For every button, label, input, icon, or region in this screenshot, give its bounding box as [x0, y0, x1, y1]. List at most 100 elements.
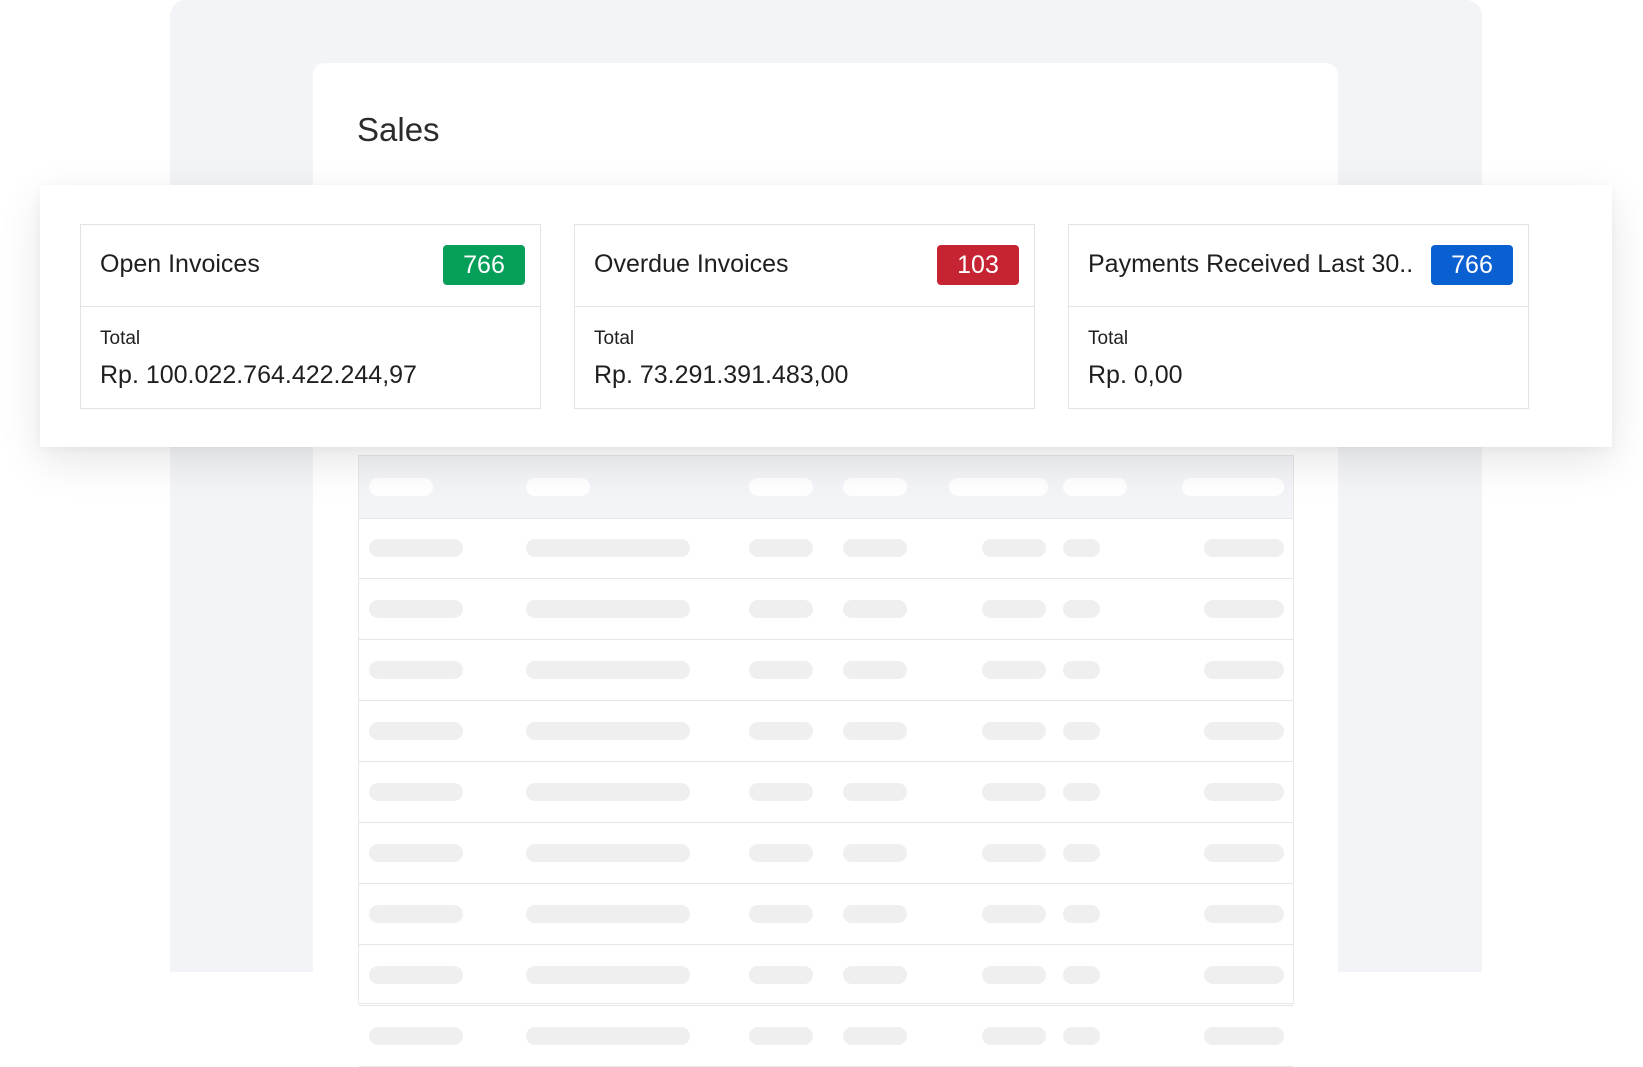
- cell-skeleton-bar: [1204, 966, 1284, 984]
- header-skeleton-bar: [526, 478, 590, 496]
- cell-skeleton-bar: [1063, 661, 1100, 679]
- cell-skeleton-bar: [526, 722, 690, 740]
- cell-skeleton-bar: [369, 539, 463, 557]
- total-value: Rp. 100.022.764.422.244,97: [100, 361, 417, 389]
- cell-skeleton-bar: [1204, 783, 1284, 801]
- cell-skeleton-bar: [369, 600, 463, 618]
- cell-skeleton-bar: [982, 966, 1046, 984]
- cell-skeleton-bar: [526, 1027, 690, 1045]
- table-row-placeholder: [359, 823, 1293, 884]
- cell-skeleton-bar: [526, 966, 690, 984]
- cell-skeleton-bar: [843, 539, 907, 557]
- cell-skeleton-bar: [1204, 905, 1284, 923]
- cell-skeleton-bar: [369, 1027, 463, 1045]
- cell-skeleton-bar: [843, 722, 907, 740]
- cell-skeleton-bar: [369, 844, 463, 862]
- card-header: Open Invoices 766: [81, 225, 540, 307]
- card-title: Payments Received Last 30..: [1088, 250, 1414, 278]
- cell-skeleton-bar: [526, 905, 690, 923]
- cell-skeleton-bar: [843, 661, 907, 679]
- cell-skeleton-bar: [982, 1027, 1046, 1045]
- cell-skeleton-bar: [843, 844, 907, 862]
- total-label: Total: [594, 328, 635, 349]
- cell-skeleton-bar: [843, 1027, 907, 1045]
- card-body: Total Rp. 0,00: [1069, 307, 1528, 409]
- cell-skeleton-bar: [526, 600, 690, 618]
- total-label: Total: [100, 328, 141, 349]
- cell-skeleton-bar: [369, 783, 463, 801]
- cell-skeleton-bar: [1063, 1027, 1100, 1045]
- cell-skeleton-bar: [1063, 966, 1100, 984]
- cell-skeleton-bar: [1204, 661, 1284, 679]
- cell-skeleton-bar: [1204, 844, 1284, 862]
- card-header: Payments Received Last 30.. 766: [1069, 225, 1528, 307]
- card-body: Total Rp. 100.022.764.422.244,97: [81, 307, 540, 409]
- cell-skeleton-bar: [526, 783, 690, 801]
- payments-received-count-badge: 766: [1431, 245, 1513, 285]
- cell-skeleton-bar: [749, 661, 813, 679]
- cell-skeleton-bar: [749, 600, 813, 618]
- table-row-placeholder: [359, 518, 1293, 579]
- total-value: Rp. 0,00: [1088, 361, 1183, 389]
- cell-skeleton-bar: [526, 844, 690, 862]
- total-label: Total: [1088, 328, 1129, 349]
- table-row-placeholder: [359, 884, 1293, 945]
- table-row-placeholder: [359, 762, 1293, 823]
- table-row-placeholder: [359, 701, 1293, 762]
- cell-skeleton-bar: [1063, 783, 1100, 801]
- cell-skeleton-bar: [526, 661, 690, 679]
- cell-skeleton-bar: [982, 661, 1046, 679]
- table-row-placeholder: [359, 579, 1293, 640]
- cell-skeleton-bar: [1063, 722, 1100, 740]
- cell-skeleton-bar: [369, 905, 463, 923]
- table-row-placeholder: [359, 640, 1293, 701]
- overdue-invoices-count-badge: 103: [937, 245, 1019, 285]
- cell-skeleton-bar: [982, 905, 1046, 923]
- cell-skeleton-bar: [982, 844, 1046, 862]
- cell-skeleton-bar: [982, 539, 1046, 557]
- overdue-invoices-card[interactable]: Overdue Invoices 103 Total Rp. 73.291.39…: [574, 224, 1035, 409]
- cell-skeleton-bar: [982, 600, 1046, 618]
- cell-skeleton-bar: [1204, 539, 1284, 557]
- open-invoices-card[interactable]: Open Invoices 766 Total Rp. 100.022.764.…: [80, 224, 541, 409]
- cell-skeleton-bar: [1204, 722, 1284, 740]
- header-skeleton-bar: [1182, 478, 1284, 496]
- card-title: Overdue Invoices: [594, 250, 789, 278]
- cell-skeleton-bar: [749, 722, 813, 740]
- cell-skeleton-bar: [749, 783, 813, 801]
- cell-skeleton-bar: [843, 783, 907, 801]
- cell-skeleton-bar: [369, 661, 463, 679]
- cell-skeleton-bar: [1063, 844, 1100, 862]
- header-skeleton-bar: [949, 478, 1048, 496]
- table-row-placeholder: [359, 1006, 1293, 1067]
- cell-skeleton-bar: [843, 600, 907, 618]
- card-header: Overdue Invoices 103: [575, 225, 1034, 307]
- cell-skeleton-bar: [749, 966, 813, 984]
- card-title: Open Invoices: [100, 250, 260, 278]
- header-skeleton-bar: [369, 478, 433, 496]
- table-row-placeholder: [359, 945, 1293, 1006]
- page-title: Sales: [357, 111, 440, 148]
- cell-skeleton-bar: [749, 539, 813, 557]
- cell-skeleton-bar: [1063, 539, 1100, 557]
- card-body: Total Rp. 73.291.391.483,00: [575, 307, 1034, 409]
- cell-skeleton-bar: [369, 722, 463, 740]
- open-invoices-count-badge: 766: [443, 245, 525, 285]
- header-skeleton-bar: [1063, 478, 1127, 496]
- invoice-table-placeholder: [358, 455, 1294, 1067]
- cell-skeleton-bar: [749, 1027, 813, 1045]
- cell-skeleton-bar: [1063, 905, 1100, 923]
- cell-skeleton-bar: [982, 722, 1046, 740]
- cell-skeleton-bar: [843, 966, 907, 984]
- summary-cards-strip: Open Invoices 766 Total Rp. 100.022.764.…: [40, 185, 1612, 447]
- header-skeleton-bar: [749, 478, 813, 496]
- total-value: Rp. 73.291.391.483,00: [594, 361, 849, 389]
- cell-skeleton-bar: [982, 783, 1046, 801]
- cell-skeleton-bar: [1063, 600, 1100, 618]
- payments-received-card[interactable]: Payments Received Last 30.. 766 Total Rp…: [1068, 224, 1529, 409]
- cell-skeleton-bar: [1204, 600, 1284, 618]
- header-skeleton-bar: [843, 478, 907, 496]
- cell-skeleton-bar: [749, 905, 813, 923]
- cell-skeleton-bar: [369, 966, 463, 984]
- cell-skeleton-bar: [1204, 1027, 1284, 1045]
